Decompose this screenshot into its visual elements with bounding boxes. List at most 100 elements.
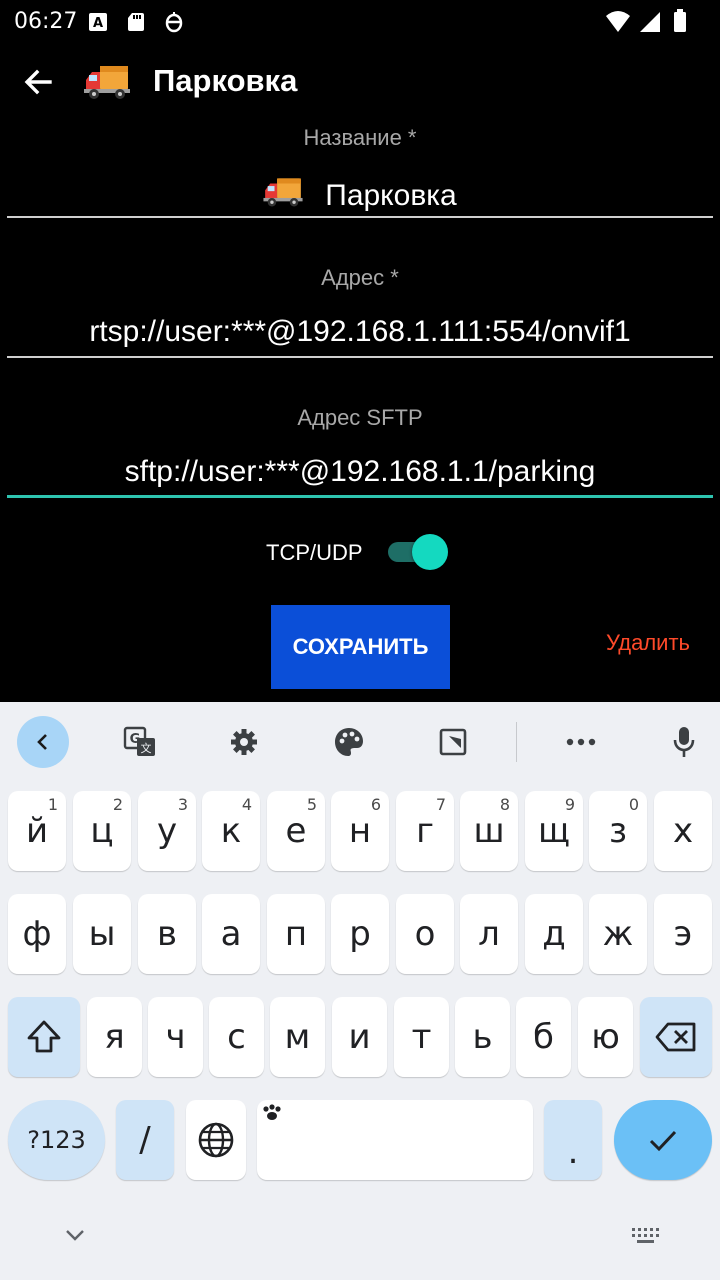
sftp-underline [7,495,713,498]
screen: 06:27 A Парковка Название * Парковка Адр… [0,0,720,1280]
key[interactable]: я [87,997,142,1077]
key[interactable]: л [460,894,518,974]
key[interactable]: ь [455,997,510,1077]
address-field[interactable]: rtsp://user:***@192.168.1.111:554/onvif1 [7,315,713,349]
key[interactable]: щ9 [525,791,583,871]
key-hint: 2 [112,795,123,814]
bug-notification-icon [165,12,183,33]
theme-button[interactable] [323,716,375,768]
key-hint: 0 [628,795,639,814]
key[interactable]: к4 [202,791,260,871]
symbols-key[interactable]: ?123 [8,1100,105,1180]
backspace-icon [655,1022,696,1052]
address-underline [7,356,713,358]
key[interactable]: н6 [331,791,389,871]
sftp-field[interactable]: sftp://user:***@192.168.1.1/parking [7,455,713,489]
key[interactable]: е5 [267,791,325,871]
space-key[interactable] [257,1100,533,1180]
period-key[interactable]: . [544,1100,602,1180]
key-letter: ш [473,811,505,851]
key[interactable]: у3 [138,791,196,871]
key[interactable]: э [654,894,712,974]
key[interactable]: г7 [396,791,454,871]
more-button[interactable] [555,716,607,768]
truck-icon [263,178,303,207]
key[interactable]: ш8 [460,791,518,871]
clipboard-button[interactable] [427,716,479,768]
key-letter: з [608,811,628,851]
key[interactable]: ю [578,997,633,1077]
delete-button[interactable]: Удалить [606,630,690,656]
battery-icon [674,9,686,32]
key[interactable]: м [270,997,325,1077]
tcp-udp-toggle[interactable] [388,534,448,570]
shift-key[interactable] [8,997,80,1077]
status-bar: 06:27 A [0,0,720,44]
keyboard-icon[interactable] [630,1226,660,1246]
app-toolbar: Парковка [0,44,720,120]
voice-input-button[interactable] [658,716,710,768]
key[interactable]: б [516,997,571,1077]
key[interactable]: з0 [589,791,647,871]
key-hint: 7 [435,795,446,814]
gear-icon [231,729,257,755]
truck-icon [84,66,130,99]
key-letter: г [416,811,434,851]
name-label: Название * [303,125,417,150]
slash-key[interactable]: / [116,1100,174,1180]
key[interactable]: в [138,894,196,974]
key-letter: к [220,811,242,851]
key[interactable]: с [209,997,264,1077]
key[interactable]: ы [73,894,131,974]
svg-text:A: A [93,16,103,31]
enter-key[interactable] [614,1100,712,1180]
key[interactable]: ф [8,894,66,974]
key[interactable]: д [525,894,583,974]
key[interactable]: о [396,894,454,974]
key[interactable]: ч [148,997,203,1077]
check-icon [649,1130,677,1152]
key[interactable]: а [202,894,260,974]
key[interactable]: ж [589,894,647,974]
keyboard-back-button[interactable] [17,716,69,768]
name-value: Парковка [325,179,457,212]
signal-icon [640,12,660,32]
key-letter: ц [90,811,114,851]
translate-button[interactable]: G 文 [114,716,166,768]
key-letter: е [285,811,307,851]
key-letter: н [348,811,372,851]
period-label: . [567,1132,579,1172]
key[interactable]: ц2 [73,791,131,871]
key[interactable]: р [331,894,389,974]
status-time: 06:27 [14,9,78,34]
key[interactable]: и [332,997,387,1077]
key-hint: 8 [499,795,510,814]
paw-icon [263,1104,281,1120]
key[interactable]: й1 [8,791,66,871]
text-notification-icon: A [89,13,107,31]
name-field[interactable]: Парковка [7,175,713,213]
back-button[interactable] [14,58,62,106]
key-hint: 9 [564,795,575,814]
key[interactable]: х [654,791,712,871]
arrow-back-icon [24,69,52,95]
keyboard-toolbar: G 文 [0,702,720,780]
name-underline [7,216,713,218]
backspace-key[interactable] [640,997,712,1077]
key[interactable]: п [267,894,325,974]
chevron-down-icon[interactable] [64,1228,86,1242]
address-label: Адрес * [321,265,399,290]
microphone-icon [673,727,695,757]
key[interactable]: т [394,997,449,1077]
palette-icon [335,728,363,756]
key-hint: 3 [177,795,188,814]
save-button[interactable]: СОХРАНИТЬ [271,605,450,689]
settings-button[interactable] [218,716,270,768]
symbols-label: ?123 [27,1126,86,1154]
globe-icon [198,1122,234,1158]
system-status-icons [606,9,686,32]
soft-keyboard: G 文 й 1 ц 2 у 3 к 4 е 5 н 6 г 7 ш 8 щ 9 … [0,702,720,1280]
sftp-label: Адрес SFTP [297,405,423,430]
language-key[interactable] [186,1100,246,1180]
toggle-thumb [412,534,448,570]
